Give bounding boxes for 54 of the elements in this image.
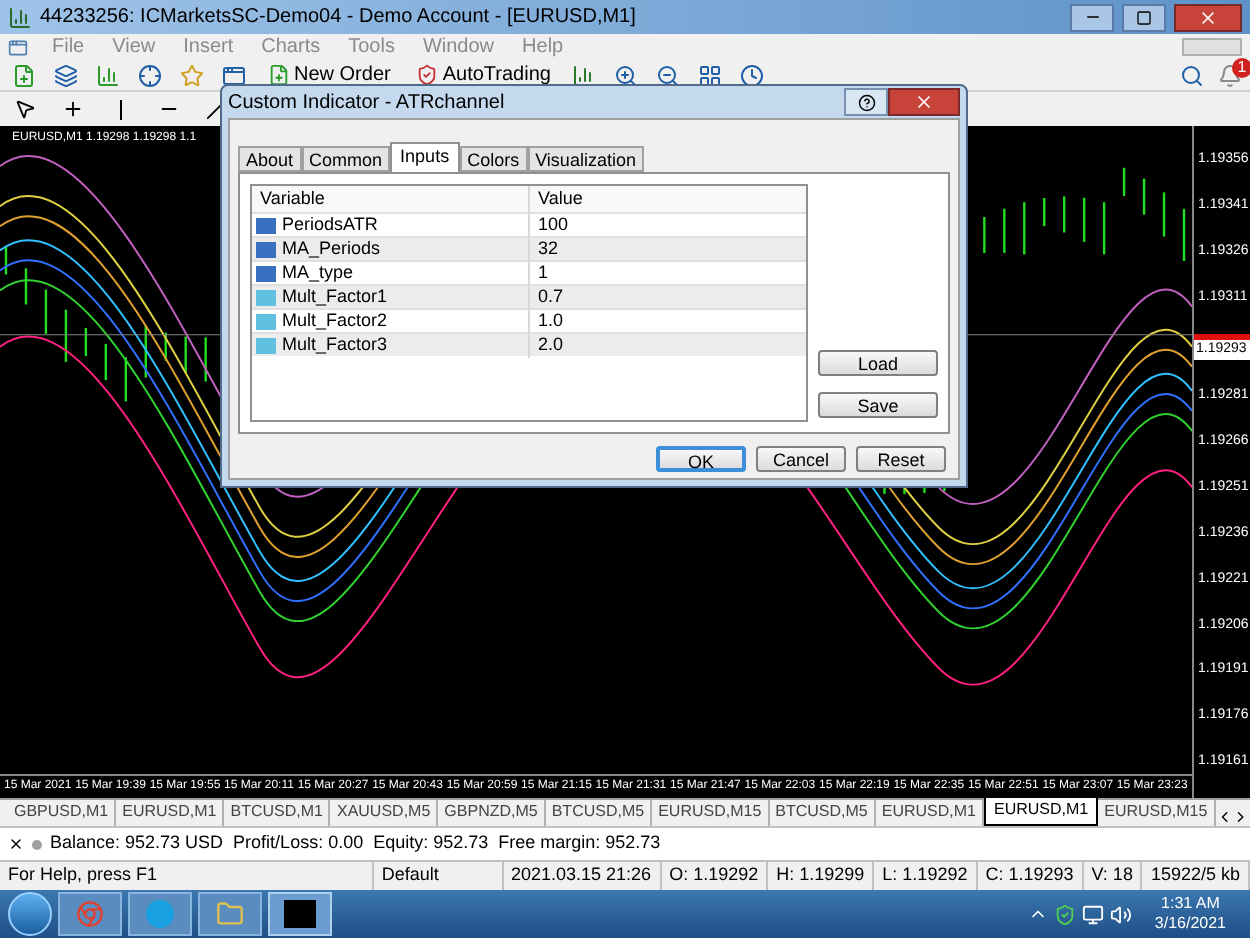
variable-value[interactable]: 2.0 [530,331,572,359]
start-button[interactable] [8,892,52,936]
clock-time: 1:31 AM [1161,894,1220,914]
variable-value[interactable]: 0.7 [530,283,572,311]
dialog-button[interactable]: Load [818,350,938,376]
dialog-button[interactable]: OK [656,446,746,472]
dialog-button[interactable]: Save [818,392,938,418]
dialog-tab[interactable]: Common [301,146,391,172]
variable-name: Mult_Factor3 [282,331,388,358]
app-icon [8,5,32,29]
variable-name: Mult_Factor1 [282,283,388,310]
variable-name: MA_type [282,259,354,286]
variable-value[interactable]: 1 [530,259,557,287]
variable-name: Mult_Factor2 [282,307,388,334]
document-icon [8,37,28,57]
close-icon [1198,7,1218,27]
variable-name: MA_Periods [282,235,381,262]
bell-icon[interactable] [1218,63,1242,87]
network-icon[interactable] [1082,903,1105,925]
close-button[interactable] [888,88,960,116]
shield-icon [416,64,439,86]
maximize-button[interactable] [1122,3,1166,31]
dialog-title: Custom Indicator - ATRchannel [228,89,507,117]
dialog-button[interactable]: Cancel [756,446,846,472]
dialog-tab[interactable]: Colors [459,146,528,172]
help-button[interactable] [844,88,888,116]
dialog-tab[interactable]: Inputs [390,142,460,172]
variable-value[interactable]: 32 [530,235,567,263]
variable-value[interactable]: 100 [530,211,577,239]
browser-icon [76,900,104,928]
window-title: 44233256: ICMarketsSC-Demo04 - Demo Account - [EURUSD,M1] [40,4,638,32]
shield-icon[interactable] [1054,903,1077,925]
star-icon[interactable] [176,59,208,91]
balance-text: Balance: 952.73 USD Profit/Loss: 0.00 Equity: 952.73 Free margin: 952.73 [50,830,661,857]
variable-name: PeriodsATR [282,211,378,238]
close-icon [914,92,934,112]
dialog-tab[interactable]: Visualization [527,146,644,172]
new-order-button[interactable]: New Order [260,61,399,89]
folder-icon [216,900,244,928]
help-icon [857,93,875,111]
chart-tab[interactable]: EURUSD,M1 [984,798,1099,826]
profiles-icon[interactable] [50,59,82,91]
volume-icon[interactable] [1110,903,1133,925]
trading-app-taskbar-button[interactable] [268,892,332,936]
variable-value[interactable]: 1.0 [530,307,572,335]
dialog-tab[interactable]: About [238,146,302,172]
dialog-button[interactable]: Reset [856,446,946,472]
autotrading-button[interactable]: AutoTrading [408,61,559,89]
close-button[interactable] [1174,3,1242,31]
new-order-icon [268,64,290,86]
column-header[interactable]: Value [530,186,591,212]
maximize-icon [1136,9,1152,25]
clock-date: 3/16/2021 [1154,914,1226,934]
close-icon[interactable] [8,836,24,852]
